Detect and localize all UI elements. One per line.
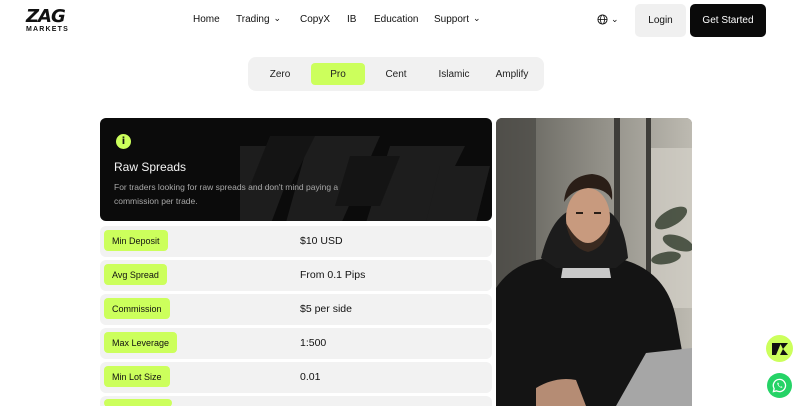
tab-cent[interactable]: Cent: [371, 63, 421, 85]
hero-description: For traders looking for raw spreads and …: [114, 182, 339, 206]
spec-row: Min Deposit $10 USD: [100, 226, 492, 257]
trader-photo-illustration: [496, 118, 692, 406]
spec-row: Commission $5 per side: [100, 294, 492, 325]
spec-label: Min Deposit: [104, 230, 168, 251]
spec-label: Commission: [104, 298, 170, 319]
nav-copyx[interactable]: CopyX: [300, 14, 347, 25]
nav-home-label: Home: [193, 14, 220, 25]
nav-copyx-label: CopyX: [300, 14, 331, 25]
nav-home[interactable]: Home: [193, 14, 236, 25]
zr-chat-icon: [771, 342, 788, 355]
spec-label: Min Lot Size: [104, 366, 170, 387]
spec-row-partial: [100, 396, 492, 406]
main-nav: Home Trading ⌄ CopyX IB Education Support…: [193, 13, 481, 25]
info-icon: i: [116, 134, 131, 149]
login-button[interactable]: Login: [635, 4, 686, 37]
nav-trading-label: Trading: [236, 14, 270, 25]
site-header: ZAG MARKETS Home Trading ⌄ CopyX IB Educa…: [0, 0, 800, 42]
nav-ib[interactable]: IB: [347, 14, 374, 25]
spec-value: From 0.1 Pips: [300, 269, 366, 281]
nav-ib-label: IB: [347, 14, 357, 25]
account-type-tabs: Zero Pro Cent Islamic Amplify: [248, 57, 544, 91]
spec-label-partial: [104, 399, 172, 406]
nav-support-label: Support: [434, 14, 470, 25]
logo-mark: ZAG: [26, 6, 66, 27]
spec-row: Max Leverage 1:500: [100, 328, 492, 359]
whatsapp-button[interactable]: [767, 373, 792, 398]
whatsapp-icon: [772, 378, 787, 393]
spec-row: Avg Spread From 0.1 Pips: [100, 260, 492, 291]
tab-amplify[interactable]: Amplify: [485, 63, 539, 85]
hero-title: Raw Spreads: [114, 160, 187, 174]
spec-label: Avg Spread: [104, 264, 167, 285]
spec-row: Min Lot Size 0.01: [100, 362, 492, 393]
trader-photo: [496, 118, 692, 406]
nav-support[interactable]: Support ⌄: [434, 13, 481, 25]
chevron-down-icon: ⌄: [273, 13, 282, 23]
spec-value: $10 USD: [300, 235, 343, 247]
tab-zero[interactable]: Zero: [256, 63, 304, 85]
tab-islamic[interactable]: Islamic: [428, 63, 480, 85]
logo-subtitle: MARKETS: [26, 26, 70, 33]
get-started-button[interactable]: Get Started: [690, 4, 766, 37]
zag-markets-logo[interactable]: ZAG MARKETS: [26, 6, 86, 34]
nav-education-label: Education: [374, 14, 419, 25]
tab-pro[interactable]: Pro: [311, 63, 365, 85]
spec-value: 0.01: [300, 371, 321, 383]
zr-chat-button[interactable]: [766, 335, 793, 362]
account-hero-card: i Raw Spreads For traders looking for ra…: [100, 118, 492, 221]
chevron-down-icon: ⌄: [473, 13, 481, 23]
spec-value: 1:500: [300, 337, 327, 349]
globe-icon: [597, 14, 608, 25]
spec-value: $5 per side: [300, 303, 352, 315]
spec-label: Max Leverage: [104, 332, 178, 353]
nav-trading[interactable]: Trading ⌄: [236, 13, 300, 25]
chevron-down-icon: ⌄: [611, 14, 619, 24]
language-selector[interactable]: ⌄: [597, 14, 619, 25]
nav-education[interactable]: Education: [374, 14, 434, 25]
